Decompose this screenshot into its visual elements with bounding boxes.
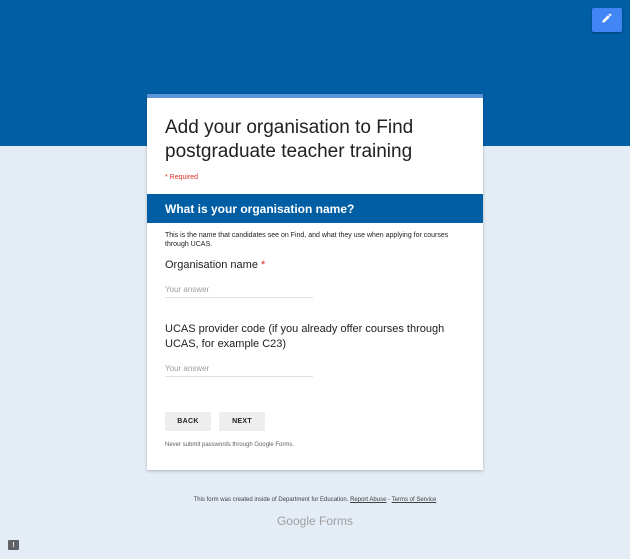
google-forms-logo[interactable]: Google Forms	[0, 514, 630, 528]
terms-link[interactable]: Terms of Service	[392, 497, 437, 503]
report-abuse-link[interactable]: Report Abuse	[350, 497, 386, 503]
ucas-code-input[interactable]: Your answer	[165, 362, 313, 377]
section-title: What is your organisation name?	[165, 202, 355, 216]
required-note: * Required	[165, 174, 199, 181]
brand-google: Google	[276, 514, 316, 528]
footer-separator: -	[388, 497, 391, 503]
password-warning: Never submit passwords through Google Fo…	[165, 442, 295, 448]
back-button[interactable]: BACK	[165, 412, 211, 431]
form-card: Add your organisation to Find postgradua…	[147, 94, 483, 470]
section-description: This is the name that candidates see on …	[165, 232, 449, 248]
report-icon[interactable]: !	[8, 540, 19, 550]
question-text: Organisation name	[165, 259, 258, 271]
required-star: *	[261, 259, 266, 271]
form-title: Add your organisation to Find postgradua…	[165, 117, 414, 162]
question-label-ucas-code: UCAS provider code (if you already offer…	[165, 323, 445, 350]
card-accent-bar	[147, 94, 483, 98]
pencil-icon	[601, 11, 613, 29]
edit-button[interactable]	[592, 8, 622, 32]
brand-forms: Forms	[319, 514, 354, 528]
footer-created-text: This form was created inside of Departme…	[193, 497, 349, 503]
footer-text: This form was created inside of Departme…	[0, 497, 630, 503]
section-header: What is your organisation name?	[147, 194, 483, 223]
next-button[interactable]: NEXT	[219, 412, 265, 431]
organisation-name-input[interactable]: Your answer	[165, 283, 313, 298]
question-label-organisation-name: Organisation name *	[165, 258, 470, 273]
